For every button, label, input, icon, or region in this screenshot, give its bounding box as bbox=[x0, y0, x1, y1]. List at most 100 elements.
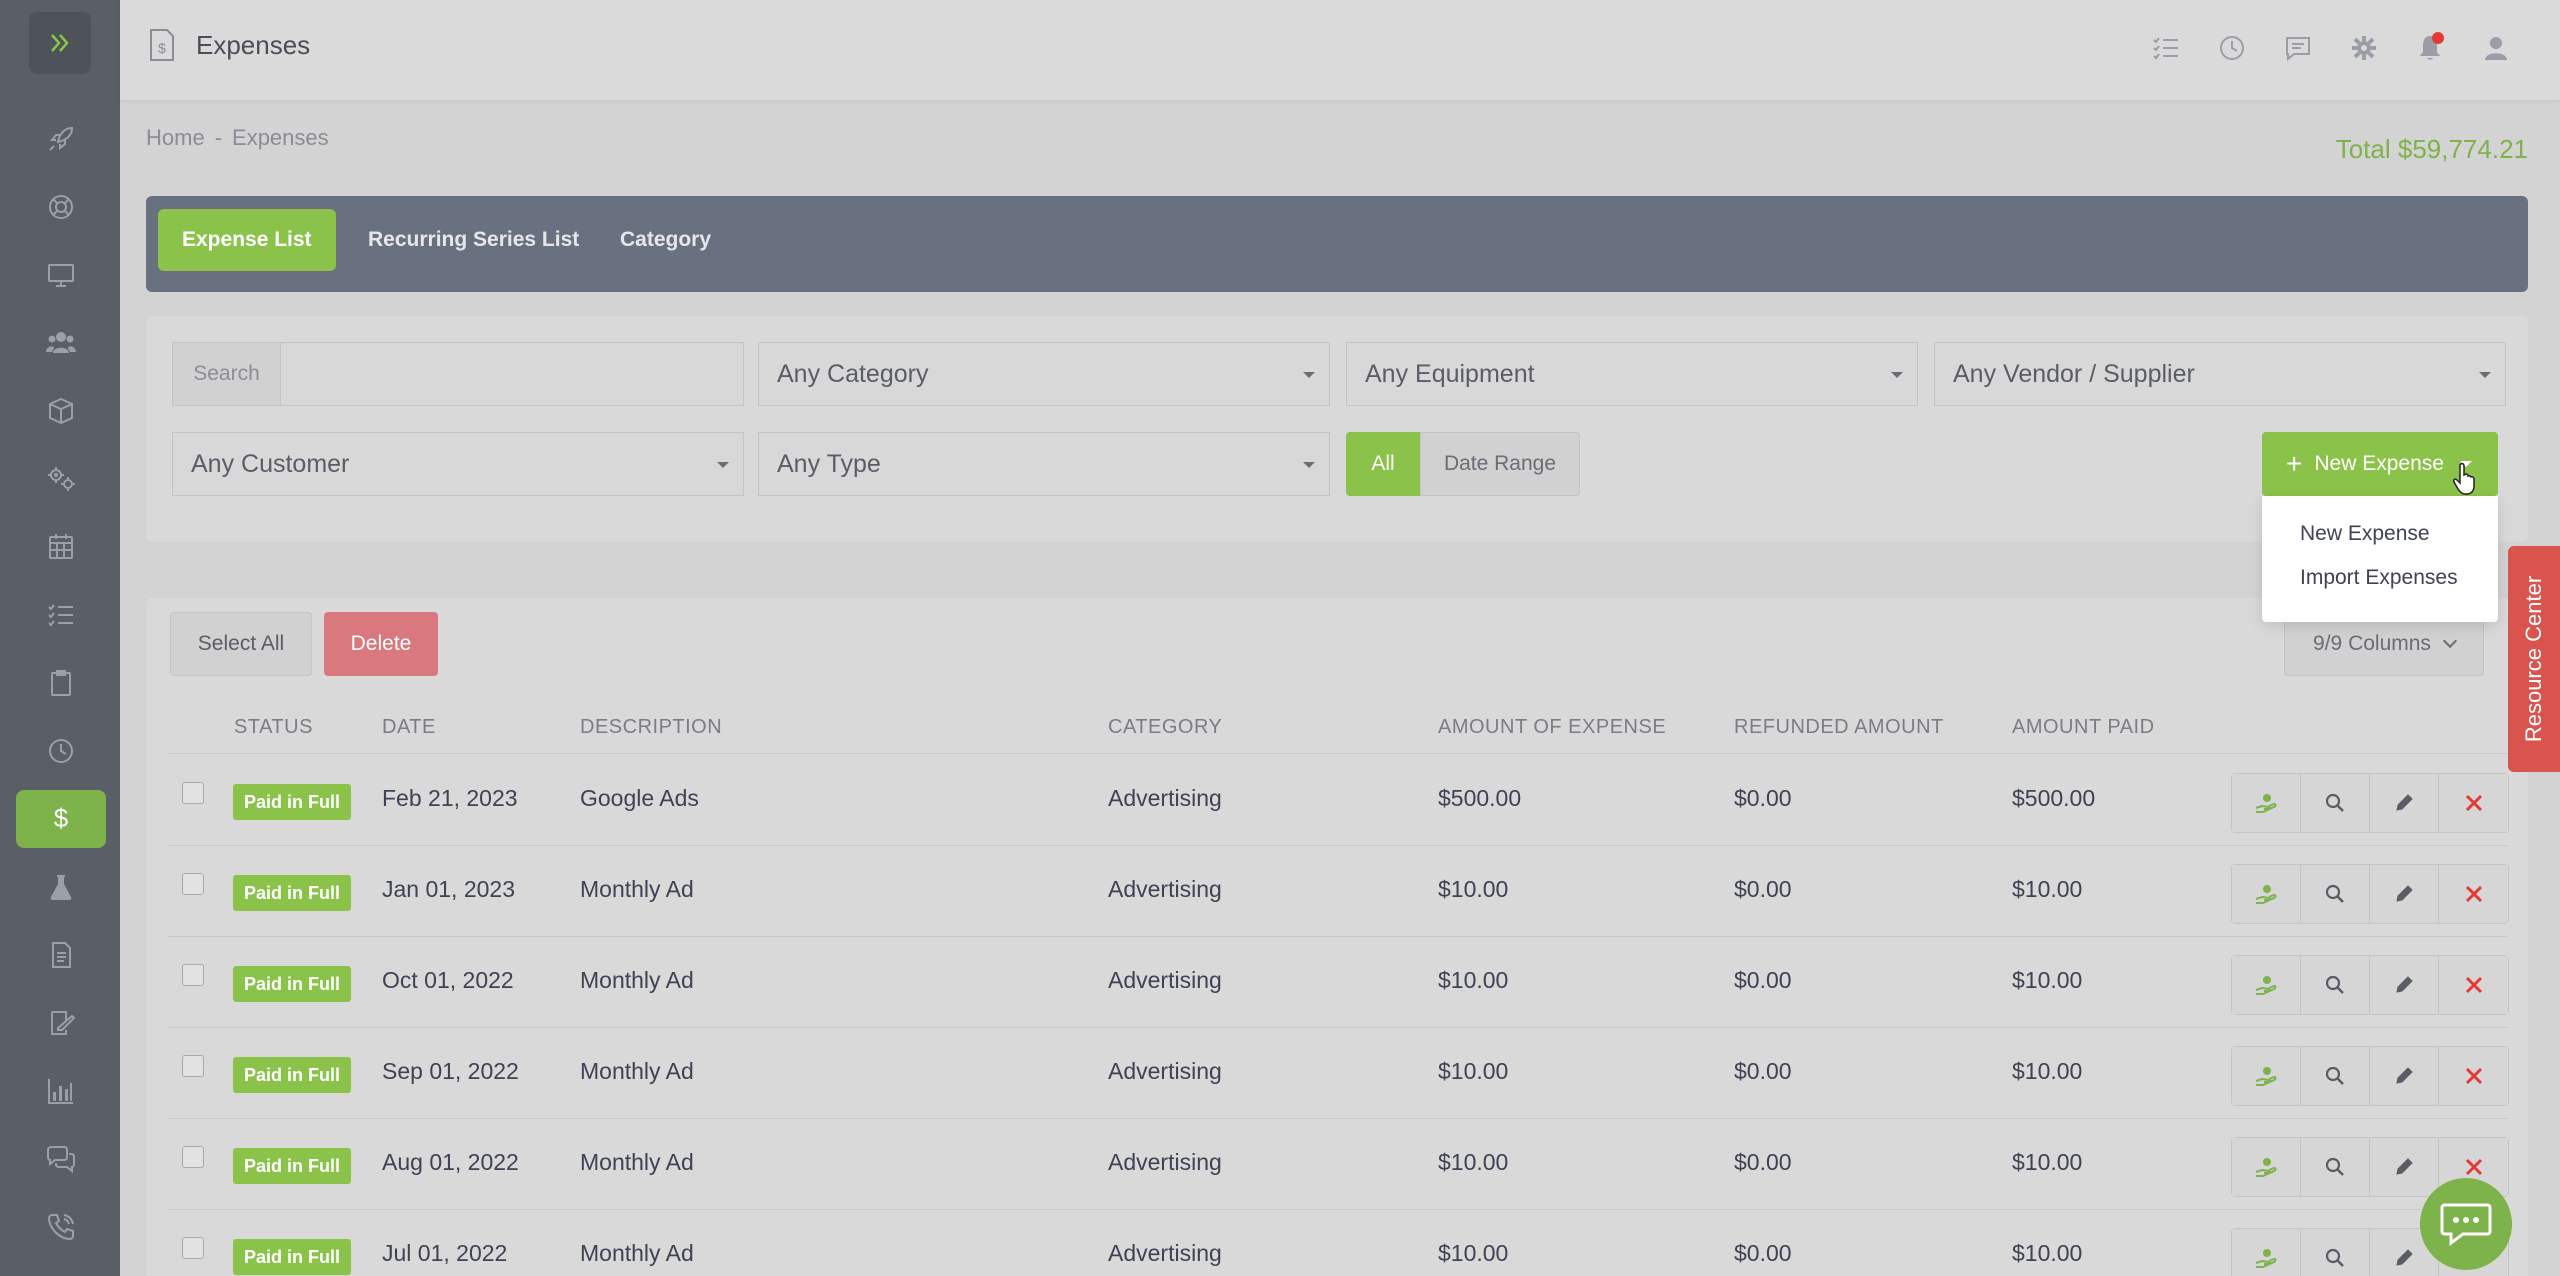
view-button[interactable] bbox=[2301, 956, 2370, 1014]
sidebar-item-clipboard[interactable] bbox=[16, 654, 106, 712]
select-all-button[interactable]: Select All bbox=[170, 612, 312, 676]
type-select-value: Any Type bbox=[777, 449, 881, 478]
refund-button[interactable] bbox=[2232, 1229, 2301, 1276]
column-header-amount-of-expense[interactable]: AMOUNT OF EXPENSE bbox=[1438, 716, 1666, 739]
phone-icon bbox=[47, 1214, 74, 1241]
row-checkbox[interactable] bbox=[182, 1146, 204, 1168]
equipment-select[interactable]: Any Equipment bbox=[1346, 342, 1918, 406]
cell-category: Advertising bbox=[1108, 967, 1222, 993]
users-icon bbox=[46, 332, 76, 353]
view-button[interactable] bbox=[2301, 1229, 2370, 1276]
customer-select[interactable]: Any Customer bbox=[172, 432, 744, 496]
sidebar-item-customers[interactable] bbox=[16, 314, 106, 372]
filters-card: Search Any Category Any Equipment Any Ve… bbox=[146, 316, 2528, 542]
breadcrumb-home[interactable]: Home bbox=[146, 125, 205, 151]
type-select[interactable]: Any Type bbox=[758, 432, 1330, 496]
tab-recurring-series-list[interactable]: Recurring Series List bbox=[344, 209, 603, 271]
vendor-select[interactable]: Any Vendor / Supplier bbox=[1934, 342, 2506, 406]
refund-button[interactable] bbox=[2232, 774, 2301, 832]
refund-button[interactable] bbox=[2232, 1138, 2301, 1196]
calendar-icon bbox=[49, 534, 73, 559]
search-box: Search bbox=[172, 342, 744, 406]
header-tasks-button[interactable] bbox=[2150, 32, 2182, 64]
refund-button[interactable] bbox=[2232, 956, 2301, 1014]
column-header-date[interactable]: DATE bbox=[382, 716, 436, 739]
refund-button[interactable] bbox=[2232, 865, 2301, 923]
row-checkbox[interactable] bbox=[182, 1055, 204, 1077]
header-notifications-button[interactable] bbox=[2414, 32, 2446, 64]
sidebar-item-tasks[interactable] bbox=[16, 586, 106, 644]
chevron-down-icon bbox=[2442, 633, 2458, 649]
header-profile-button[interactable] bbox=[2480, 32, 2512, 64]
caret-down-icon bbox=[1303, 462, 1315, 468]
sidebar-item-lab[interactable] bbox=[16, 858, 106, 916]
row-actions bbox=[2231, 864, 2509, 924]
view-button[interactable] bbox=[2301, 774, 2370, 832]
row-checkbox[interactable] bbox=[182, 964, 204, 986]
delete-row-button[interactable] bbox=[2439, 956, 2508, 1014]
row-checkbox[interactable] bbox=[182, 782, 204, 804]
checklist-icon bbox=[2153, 37, 2178, 60]
sidebar-item-inventory[interactable] bbox=[16, 382, 106, 440]
gear-icon bbox=[2352, 36, 2376, 60]
sidebar-item-contracts[interactable] bbox=[16, 994, 106, 1052]
search-input[interactable] bbox=[281, 343, 743, 405]
sidebar-item-reports[interactable] bbox=[16, 1062, 106, 1120]
sidebar-item-documents[interactable] bbox=[16, 926, 106, 984]
sidebar-item-settings-services[interactable] bbox=[16, 450, 106, 508]
all-dates-button[interactable]: All bbox=[1346, 432, 1420, 496]
sidebar-item-dashboard[interactable] bbox=[16, 110, 106, 168]
delete-row-button[interactable] bbox=[2439, 1047, 2508, 1105]
header-history-button[interactable] bbox=[2216, 32, 2248, 64]
cell-category: Advertising bbox=[1108, 785, 1222, 811]
tab-expense-list[interactable]: Expense List bbox=[158, 209, 336, 271]
delete-button[interactable]: Delete bbox=[324, 612, 438, 676]
row-checkbox[interactable] bbox=[182, 1237, 204, 1259]
edit-button[interactable] bbox=[2370, 865, 2439, 923]
menu-item-new-expense[interactable]: New Expense bbox=[2300, 522, 2430, 546]
menu-item-import-expenses[interactable]: Import Expenses bbox=[2300, 566, 2458, 590]
date-range-button[interactable]: Date Range bbox=[1420, 432, 1580, 496]
edit-button[interactable] bbox=[2370, 956, 2439, 1014]
cell-amount-paid: $10.00 bbox=[2012, 1058, 2083, 1084]
chat-widget-button[interactable] bbox=[2420, 1178, 2512, 1270]
row-checkbox[interactable] bbox=[182, 873, 204, 895]
sidebar-toggle-button[interactable] bbox=[29, 12, 91, 74]
delete-row-button[interactable] bbox=[2439, 865, 2508, 923]
tab-category[interactable]: Category bbox=[596, 209, 735, 271]
message-icon bbox=[2286, 37, 2310, 62]
sidebar-item-calls[interactable] bbox=[16, 1198, 106, 1256]
row-actions bbox=[2231, 1046, 2509, 1106]
search-icon bbox=[2324, 1247, 2346, 1269]
edit-button[interactable] bbox=[2370, 774, 2439, 832]
caret-down-icon bbox=[1303, 372, 1315, 378]
sidebar-item-support[interactable] bbox=[16, 178, 106, 236]
sidebar-item-time[interactable] bbox=[16, 722, 106, 780]
edit-button[interactable] bbox=[2370, 1047, 2439, 1105]
sidebar-item-calendar[interactable] bbox=[16, 518, 106, 576]
column-header-description[interactable]: DESCRIPTION bbox=[580, 716, 722, 739]
sidebar-item-computers[interactable] bbox=[16, 246, 106, 304]
column-header-refunded-amount[interactable]: REFUNDED AMOUNT bbox=[1734, 716, 1944, 739]
sidebar-item-expenses[interactable]: $ bbox=[16, 790, 106, 848]
header-messages-button[interactable] bbox=[2282, 32, 2314, 64]
view-button[interactable] bbox=[2301, 865, 2370, 923]
notification-dot bbox=[2432, 32, 2444, 44]
sidebar-item-messages[interactable] bbox=[16, 1130, 106, 1188]
column-header-amount-paid[interactable]: AMOUNT PAID bbox=[2012, 716, 2155, 739]
category-select[interactable]: Any Category bbox=[758, 342, 1330, 406]
refund-button[interactable] bbox=[2232, 1047, 2301, 1105]
dollar-icon: $ bbox=[54, 803, 69, 833]
resource-center-tab[interactable]: Resource Center bbox=[2508, 546, 2560, 772]
svg-text:$: $ bbox=[54, 803, 69, 833]
view-button[interactable] bbox=[2301, 1138, 2370, 1196]
column-header-status[interactable]: STATUS bbox=[234, 716, 313, 739]
view-button[interactable] bbox=[2301, 1047, 2370, 1105]
column-header-category[interactable]: CATEGORY bbox=[1108, 716, 1222, 739]
header-settings-button[interactable] bbox=[2348, 32, 2380, 64]
cell-amount-paid: $500.00 bbox=[2012, 785, 2096, 811]
breadcrumb-current: Expenses bbox=[232, 125, 329, 150]
cell-description: Monthly Ad bbox=[580, 1058, 694, 1084]
delete-row-button[interactable] bbox=[2439, 774, 2508, 832]
edit-button[interactable] bbox=[2370, 1138, 2439, 1196]
